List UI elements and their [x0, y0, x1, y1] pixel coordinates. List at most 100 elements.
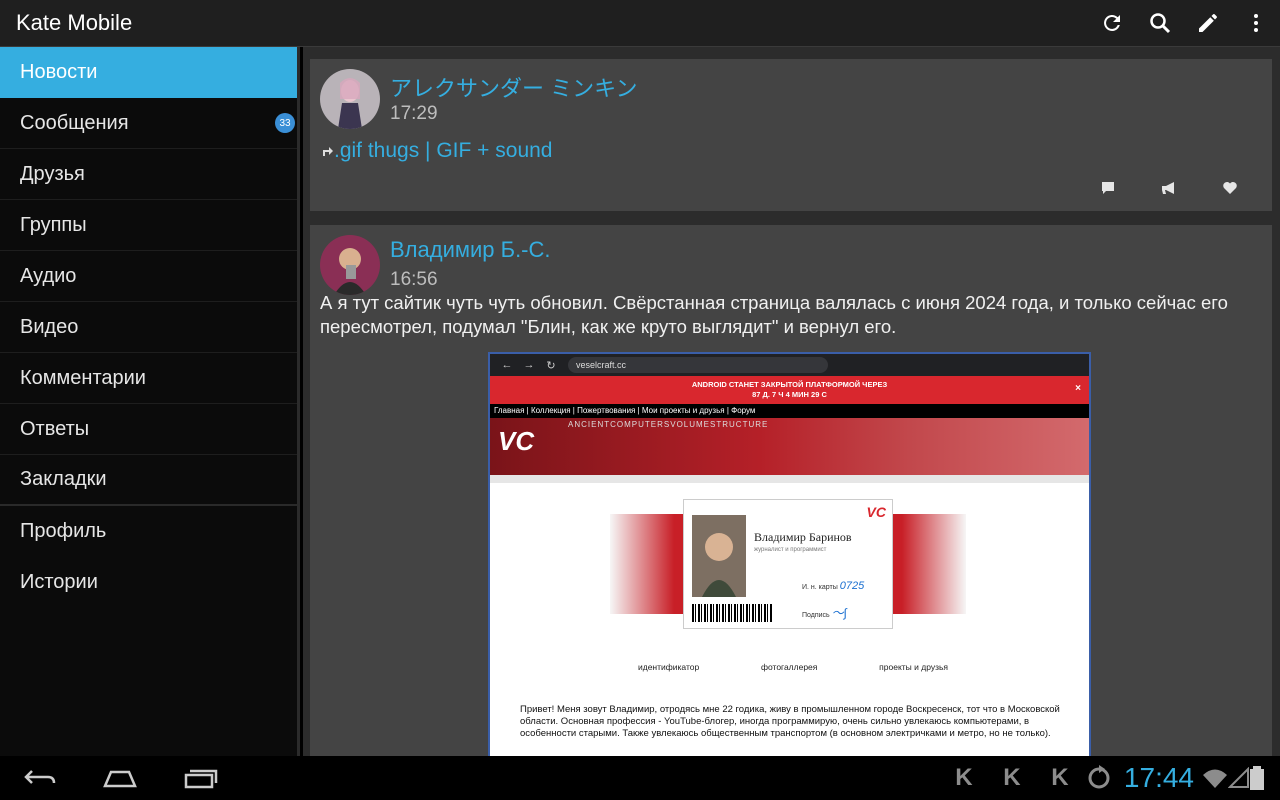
- site-banner: ANDROID СТАНЕТ ЗАКРЫТОЙ ПЛАТФОРМОЙ ЧЕРЕЗ…: [490, 376, 1089, 404]
- status-clock: 17:44: [1123, 762, 1194, 793]
- sidebar-item-bookmarks[interactable]: Закладки: [0, 455, 297, 506]
- post-text: А я тут сайтик чуть чуть обновил. Свёрст…: [320, 292, 1228, 337]
- news-feed[interactable]: アレクサンダー ミンキン 17:29 .gif thugs | GIF + so…: [303, 47, 1280, 756]
- back-icon: [24, 770, 56, 784]
- edit-button[interactable]: [1184, 0, 1232, 47]
- avatar[interactable]: [320, 235, 380, 295]
- overflow-menu-icon: [1254, 14, 1258, 32]
- site-sublinks: идентификатор фотогаллерея проекты и дру…: [638, 662, 948, 672]
- sidebar-item-news[interactable]: Новости: [0, 47, 297, 98]
- sidebar-item-label: Ответы: [20, 417, 90, 440]
- heart-icon: [1222, 182, 1237, 194]
- battery-icon: [1250, 766, 1264, 790]
- sidebar-item-video[interactable]: Видео: [0, 302, 297, 353]
- site-header: VC ANCIENTCOMPUTERSVOLUMESTRUCTURE: [490, 418, 1089, 483]
- id-card: VC Владимир Баринов журналист и программ…: [683, 499, 893, 629]
- search-button[interactable]: [1136, 0, 1184, 47]
- recent-apps-icon: [184, 769, 218, 789]
- share-link-icon: [323, 147, 333, 156]
- sidebar-item-label: Друзья: [20, 162, 85, 185]
- sidebar-item-groups[interactable]: Группы: [0, 200, 297, 251]
- url-bar: veselcraft.cc: [568, 357, 828, 373]
- sidebar-item-messages[interactable]: Сообщения 33: [0, 98, 297, 149]
- feed-post: Владимир Б.-С. 16:56 А я тут сайтик чуть…: [310, 225, 1272, 756]
- site-bio: Привет! Меня зовут Владимир, отродясь мн…: [520, 704, 1060, 739]
- sidebar-item-audio[interactable]: Аудио: [0, 251, 297, 302]
- wifi-icon: [1203, 769, 1227, 788]
- status-area: K K K 17:44: [940, 762, 1280, 794]
- id-card-logo: VC: [866, 504, 886, 520]
- kate-notification-icon: K: [1003, 764, 1021, 791]
- app-title: Kate Mobile: [16, 10, 133, 35]
- banner-line-1: ANDROID СТАНЕТ ЗАКРЫТОЙ ПЛАТФОРМОЙ ЧЕРЕЗ: [691, 380, 888, 389]
- card-number-value: 0725: [839, 580, 865, 592]
- attached-link[interactable]: .gif thugs | GIF + sound: [320, 139, 553, 163]
- post-author[interactable]: アレクサンダー ミンキン: [390, 71, 637, 103]
- signature-label: Подпись: [802, 612, 830, 619]
- post-author[interactable]: Владимир Б.-С.: [390, 237, 551, 263]
- close-icon: ×: [1075, 383, 1081, 394]
- card-number-label: И. н. карты: [802, 584, 838, 591]
- sidebar: Новости Сообщения 33 Друзья Группы Аудио …: [0, 47, 300, 756]
- post-time: 17:29: [390, 103, 438, 124]
- kate-notification-icon: K: [1051, 764, 1069, 791]
- comment-icon: [1101, 182, 1114, 194]
- barcode: [692, 604, 772, 622]
- sublink: фотогаллерея: [760, 662, 818, 672]
- signal-icon: [1228, 767, 1249, 788]
- home-button[interactable]: [80, 756, 160, 800]
- megaphone-icon: [1161, 182, 1174, 194]
- sidebar-item-label: Группы: [20, 213, 87, 236]
- sidebar-item-comments[interactable]: Комментарии: [0, 353, 297, 404]
- browser-toolbar: ← → ↻ veselcraft.cc: [490, 354, 1089, 376]
- action-bar: Kate Mobile: [0, 0, 1280, 47]
- repost-button[interactable]: [1138, 177, 1199, 199]
- refresh-button[interactable]: [1088, 0, 1136, 47]
- sidebar-item-label: Новости: [20, 60, 98, 83]
- header-stripe: [490, 475, 1089, 483]
- reload-icon: ↻: [546, 359, 556, 372]
- id-card-number: И. н. карты 0725: [802, 580, 864, 592]
- banner-line-2: 87 Д. 7 Ч 4 МИН 29 С: [752, 390, 827, 399]
- refresh-icon: [1104, 14, 1120, 31]
- signature-scribble: 〜∫: [831, 606, 847, 620]
- post-image[interactable]: ← → ↻ veselcraft.cc ANDROID СТАНЕТ ЗАКРЫ…: [488, 352, 1091, 756]
- sidebar-item-label: Видео: [20, 315, 79, 338]
- sidebar-item-profile[interactable]: Профиль: [0, 506, 297, 557]
- recents-button[interactable]: [160, 756, 240, 800]
- sublink: проекты и друзья: [879, 662, 948, 672]
- post-time: 16:56: [390, 269, 438, 290]
- feed-post: アレクサンダー ミンキン 17:29 .gif thugs | GIF + so…: [310, 59, 1272, 211]
- forward-arrow-icon: →: [523, 359, 535, 371]
- comment-button[interactable]: [1077, 177, 1138, 199]
- action-buttons: [1088, 0, 1280, 47]
- sidebar-item-label: Закладки: [20, 468, 107, 490]
- sidebar-item-label: Профиль: [20, 520, 107, 542]
- sidebar-item-label: Истории: [20, 571, 98, 593]
- avatar[interactable]: [320, 69, 380, 129]
- sidebar-item-stories[interactable]: Истории: [0, 557, 297, 608]
- sidebar-item-label: Сообщения: [20, 111, 129, 134]
- sidebar-item-replies[interactable]: Ответы: [0, 404, 297, 455]
- kate-notification-icon: K: [955, 764, 973, 791]
- overflow-menu-button[interactable]: [1232, 0, 1280, 47]
- edit-icon: [1199, 14, 1217, 32]
- id-card-role: журналист и программист: [754, 547, 827, 553]
- system-bar: K K K 17:44: [0, 756, 1280, 800]
- sublink: идентификатор: [638, 662, 700, 672]
- id-card-signature: Подпись 〜∫: [802, 604, 847, 621]
- sync-icon: [1088, 765, 1110, 789]
- like-button[interactable]: [1199, 177, 1260, 199]
- home-icon: [103, 770, 137, 788]
- site-tagline: ANCIENTCOMPUTERSVOLUMESTRUCTURE: [568, 420, 769, 429]
- id-photo: [692, 515, 746, 597]
- sidebar-item-friends[interactable]: Друзья: [0, 149, 297, 200]
- id-card-name: Владимир Баринов: [754, 530, 852, 544]
- sidebar-item-label: Аудио: [20, 264, 77, 287]
- back-arrow-icon: ←: [501, 359, 513, 371]
- post-actions: [1077, 177, 1260, 199]
- unread-badge: 33: [275, 113, 295, 133]
- attached-link-text: .gif thugs | GIF + sound: [334, 139, 553, 162]
- sidebar-item-label: Комментарии: [20, 366, 146, 389]
- back-button[interactable]: [0, 756, 80, 800]
